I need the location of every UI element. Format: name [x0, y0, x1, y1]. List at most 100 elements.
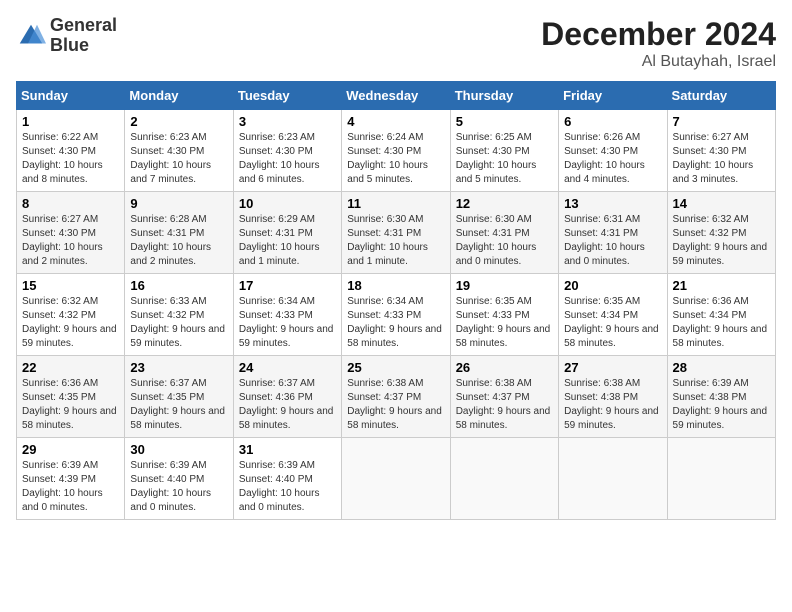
- calendar-cell: 13 Sunrise: 6:31 AMSunset: 4:31 PMDayligh…: [559, 192, 667, 274]
- day-number: 13: [564, 196, 661, 211]
- day-detail: Sunrise: 6:34 AMSunset: 4:33 PMDaylight:…: [347, 295, 444, 351]
- calendar-cell: [450, 438, 558, 520]
- page-header: General Blue December 2024 Al Butayhah, …: [16, 16, 776, 71]
- calendar-cell: [342, 438, 450, 520]
- calendar-cell: 22 Sunrise: 6:36 AMSunset: 4:35 PMDayligh…: [17, 356, 125, 438]
- day-detail: Sunrise: 6:39 AMSunset: 4:38 PMDaylight:…: [673, 377, 770, 433]
- calendar-week-row: 8Sunrise: 6:27 AMSunset: 4:30 PMDaylight…: [17, 192, 776, 274]
- calendar-cell: 26 Sunrise: 6:38 AMSunset: 4:37 PMDayligh…: [450, 356, 558, 438]
- day-detail: Sunrise: 6:37 AMSunset: 4:35 PMDaylight:…: [130, 377, 227, 433]
- day-detail: Sunrise: 6:30 AMSunset: 4:31 PMDaylight:…: [456, 213, 553, 269]
- day-number: 28: [673, 360, 770, 375]
- calendar-cell: 11 Sunrise: 6:30 AMSunset: 4:31 PMDayligh…: [342, 192, 450, 274]
- day-number: 9: [130, 196, 227, 211]
- calendar-cell: 31Sunrise: 6:39 AMSunset: 4:40 PMDayligh…: [233, 438, 341, 520]
- col-header-saturday: Saturday: [667, 82, 775, 110]
- day-number: 17: [239, 278, 336, 293]
- day-number: 24: [239, 360, 336, 375]
- calendar-cell: 4Sunrise: 6:24 AMSunset: 4:30 PMDaylight…: [342, 110, 450, 192]
- day-number: 30: [130, 442, 227, 457]
- day-number: 5: [456, 114, 553, 129]
- day-number: 26: [456, 360, 553, 375]
- calendar-week-row: 15 Sunrise: 6:32 AMSunset: 4:32 PMDayligh…: [17, 274, 776, 356]
- day-detail: Sunrise: 6:35 AMSunset: 4:34 PMDaylight:…: [564, 295, 661, 351]
- day-number: 18: [347, 278, 444, 293]
- calendar-cell: 8Sunrise: 6:27 AMSunset: 4:30 PMDaylight…: [17, 192, 125, 274]
- day-detail: Sunrise: 6:38 AMSunset: 4:37 PMDaylight:…: [347, 377, 444, 433]
- calendar-table: SundayMondayTuesdayWednesdayThursdayFrid…: [16, 81, 776, 520]
- calendar-cell: 21 Sunrise: 6:36 AMSunset: 4:34 PMDayligh…: [667, 274, 775, 356]
- day-number: 29: [22, 442, 119, 457]
- day-number: 25: [347, 360, 444, 375]
- day-number: 11: [347, 196, 444, 211]
- calendar-cell: [559, 438, 667, 520]
- day-number: 1: [22, 114, 119, 129]
- calendar-cell: 14Sunrise: 6:32 AMSunset: 4:32 PMDayligh…: [667, 192, 775, 274]
- day-detail: Sunrise: 6:38 AMSunset: 4:37 PMDaylight:…: [456, 377, 553, 433]
- day-number: 15: [22, 278, 119, 293]
- day-number: 10: [239, 196, 336, 211]
- day-detail: Sunrise: 6:32 AMSunset: 4:32 PMDaylight:…: [673, 213, 770, 269]
- calendar-cell: 16Sunrise: 6:33 AMSunset: 4:32 PMDayligh…: [125, 274, 233, 356]
- calendar-cell: 3Sunrise: 6:23 AMSunset: 4:30 PMDaylight…: [233, 110, 341, 192]
- day-number: 4: [347, 114, 444, 129]
- calendar-cell: 19 Sunrise: 6:35 AMSunset: 4:33 PMDayligh…: [450, 274, 558, 356]
- day-detail: Sunrise: 6:36 AMSunset: 4:34 PMDaylight:…: [673, 295, 770, 351]
- calendar-cell: 12Sunrise: 6:30 AMSunset: 4:31 PMDayligh…: [450, 192, 558, 274]
- day-detail: Sunrise: 6:32 AMSunset: 4:32 PMDaylight:…: [22, 295, 119, 351]
- calendar-cell: 2Sunrise: 6:23 AMSunset: 4:30 PMDaylight…: [125, 110, 233, 192]
- calendar-week-row: 29Sunrise: 6:39 AMSunset: 4:39 PMDayligh…: [17, 438, 776, 520]
- day-detail: Sunrise: 6:35 AMSunset: 4:33 PMDaylight:…: [456, 295, 553, 351]
- calendar-cell: 27 Sunrise: 6:38 AMSunset: 4:38 PMDayligh…: [559, 356, 667, 438]
- calendar-cell: 5 Sunrise: 6:25 AMSunset: 4:30 PMDaylight…: [450, 110, 558, 192]
- day-number: 6: [564, 114, 661, 129]
- day-detail: Sunrise: 6:22 AMSunset: 4:30 PMDaylight:…: [22, 131, 119, 187]
- calendar-cell: 6 Sunrise: 6:26 AMSunset: 4:30 PMDaylight…: [559, 110, 667, 192]
- day-number: 2: [130, 114, 227, 129]
- day-detail: Sunrise: 6:27 AMSunset: 4:30 PMDaylight:…: [673, 131, 770, 187]
- calendar-cell: 30 Sunrise: 6:39 AMSunset: 4:40 PMDayligh…: [125, 438, 233, 520]
- title-block: December 2024 Al Butayhah, Israel: [541, 16, 776, 71]
- day-detail: Sunrise: 6:30 AMSunset: 4:31 PMDaylight:…: [347, 213, 444, 269]
- day-detail: Sunrise: 6:33 AMSunset: 4:32 PMDaylight:…: [130, 295, 227, 351]
- logo: General Blue: [16, 16, 117, 56]
- day-detail: Sunrise: 6:39 AMSunset: 4:40 PMDaylight:…: [239, 459, 336, 515]
- calendar-cell: 15 Sunrise: 6:32 AMSunset: 4:32 PMDayligh…: [17, 274, 125, 356]
- day-detail: Sunrise: 6:36 AMSunset: 4:35 PMDaylight:…: [22, 377, 119, 433]
- col-header-tuesday: Tuesday: [233, 82, 341, 110]
- day-detail: Sunrise: 6:29 AMSunset: 4:31 PMDaylight:…: [239, 213, 336, 269]
- day-detail: Sunrise: 6:25 AMSunset: 4:30 PMDaylight:…: [456, 131, 553, 187]
- col-header-monday: Monday: [125, 82, 233, 110]
- day-detail: Sunrise: 6:37 AMSunset: 4:36 PMDaylight:…: [239, 377, 336, 433]
- calendar-cell: 25 Sunrise: 6:38 AMSunset: 4:37 PMDayligh…: [342, 356, 450, 438]
- calendar-week-row: 22 Sunrise: 6:36 AMSunset: 4:35 PMDayligh…: [17, 356, 776, 438]
- day-detail: Sunrise: 6:31 AMSunset: 4:31 PMDaylight:…: [564, 213, 661, 269]
- day-number: 20: [564, 278, 661, 293]
- calendar-cell: 23Sunrise: 6:37 AMSunset: 4:35 PMDayligh…: [125, 356, 233, 438]
- day-detail: Sunrise: 6:39 AMSunset: 4:40 PMDaylight:…: [130, 459, 227, 515]
- calendar-cell: 24 Sunrise: 6:37 AMSunset: 4:36 PMDayligh…: [233, 356, 341, 438]
- calendar-cell: 9 Sunrise: 6:28 AMSunset: 4:31 PMDaylight…: [125, 192, 233, 274]
- day-detail: Sunrise: 6:26 AMSunset: 4:30 PMDaylight:…: [564, 131, 661, 187]
- day-number: 22: [22, 360, 119, 375]
- day-detail: Sunrise: 6:28 AMSunset: 4:31 PMDaylight:…: [130, 213, 227, 269]
- day-number: 7: [673, 114, 770, 129]
- calendar-cell: 7 Sunrise: 6:27 AMSunset: 4:30 PMDaylight…: [667, 110, 775, 192]
- day-number: 21: [673, 278, 770, 293]
- calendar-cell: 18 Sunrise: 6:34 AMSunset: 4:33 PMDayligh…: [342, 274, 450, 356]
- calendar-cell: 17Sunrise: 6:34 AMSunset: 4:33 PMDayligh…: [233, 274, 341, 356]
- calendar-header-row: SundayMondayTuesdayWednesdayThursdayFrid…: [17, 82, 776, 110]
- month-year: December 2024: [541, 16, 776, 53]
- calendar-cell: 10 Sunrise: 6:29 AMSunset: 4:31 PMDayligh…: [233, 192, 341, 274]
- day-detail: Sunrise: 6:38 AMSunset: 4:38 PMDaylight:…: [564, 377, 661, 433]
- day-number: 19: [456, 278, 553, 293]
- location: Al Butayhah, Israel: [541, 53, 776, 71]
- day-number: 27: [564, 360, 661, 375]
- calendar-cell: 28 Sunrise: 6:39 AMSunset: 4:38 PMDayligh…: [667, 356, 775, 438]
- logo-text: General Blue: [50, 16, 117, 56]
- day-detail: Sunrise: 6:27 AMSunset: 4:30 PMDaylight:…: [22, 213, 119, 269]
- day-number: 3: [239, 114, 336, 129]
- calendar-cell: 1 Sunrise: 6:22 AMSunset: 4:30 PMDaylight…: [17, 110, 125, 192]
- calendar-cell: 20 Sunrise: 6:35 AMSunset: 4:34 PMDayligh…: [559, 274, 667, 356]
- calendar-cell: [667, 438, 775, 520]
